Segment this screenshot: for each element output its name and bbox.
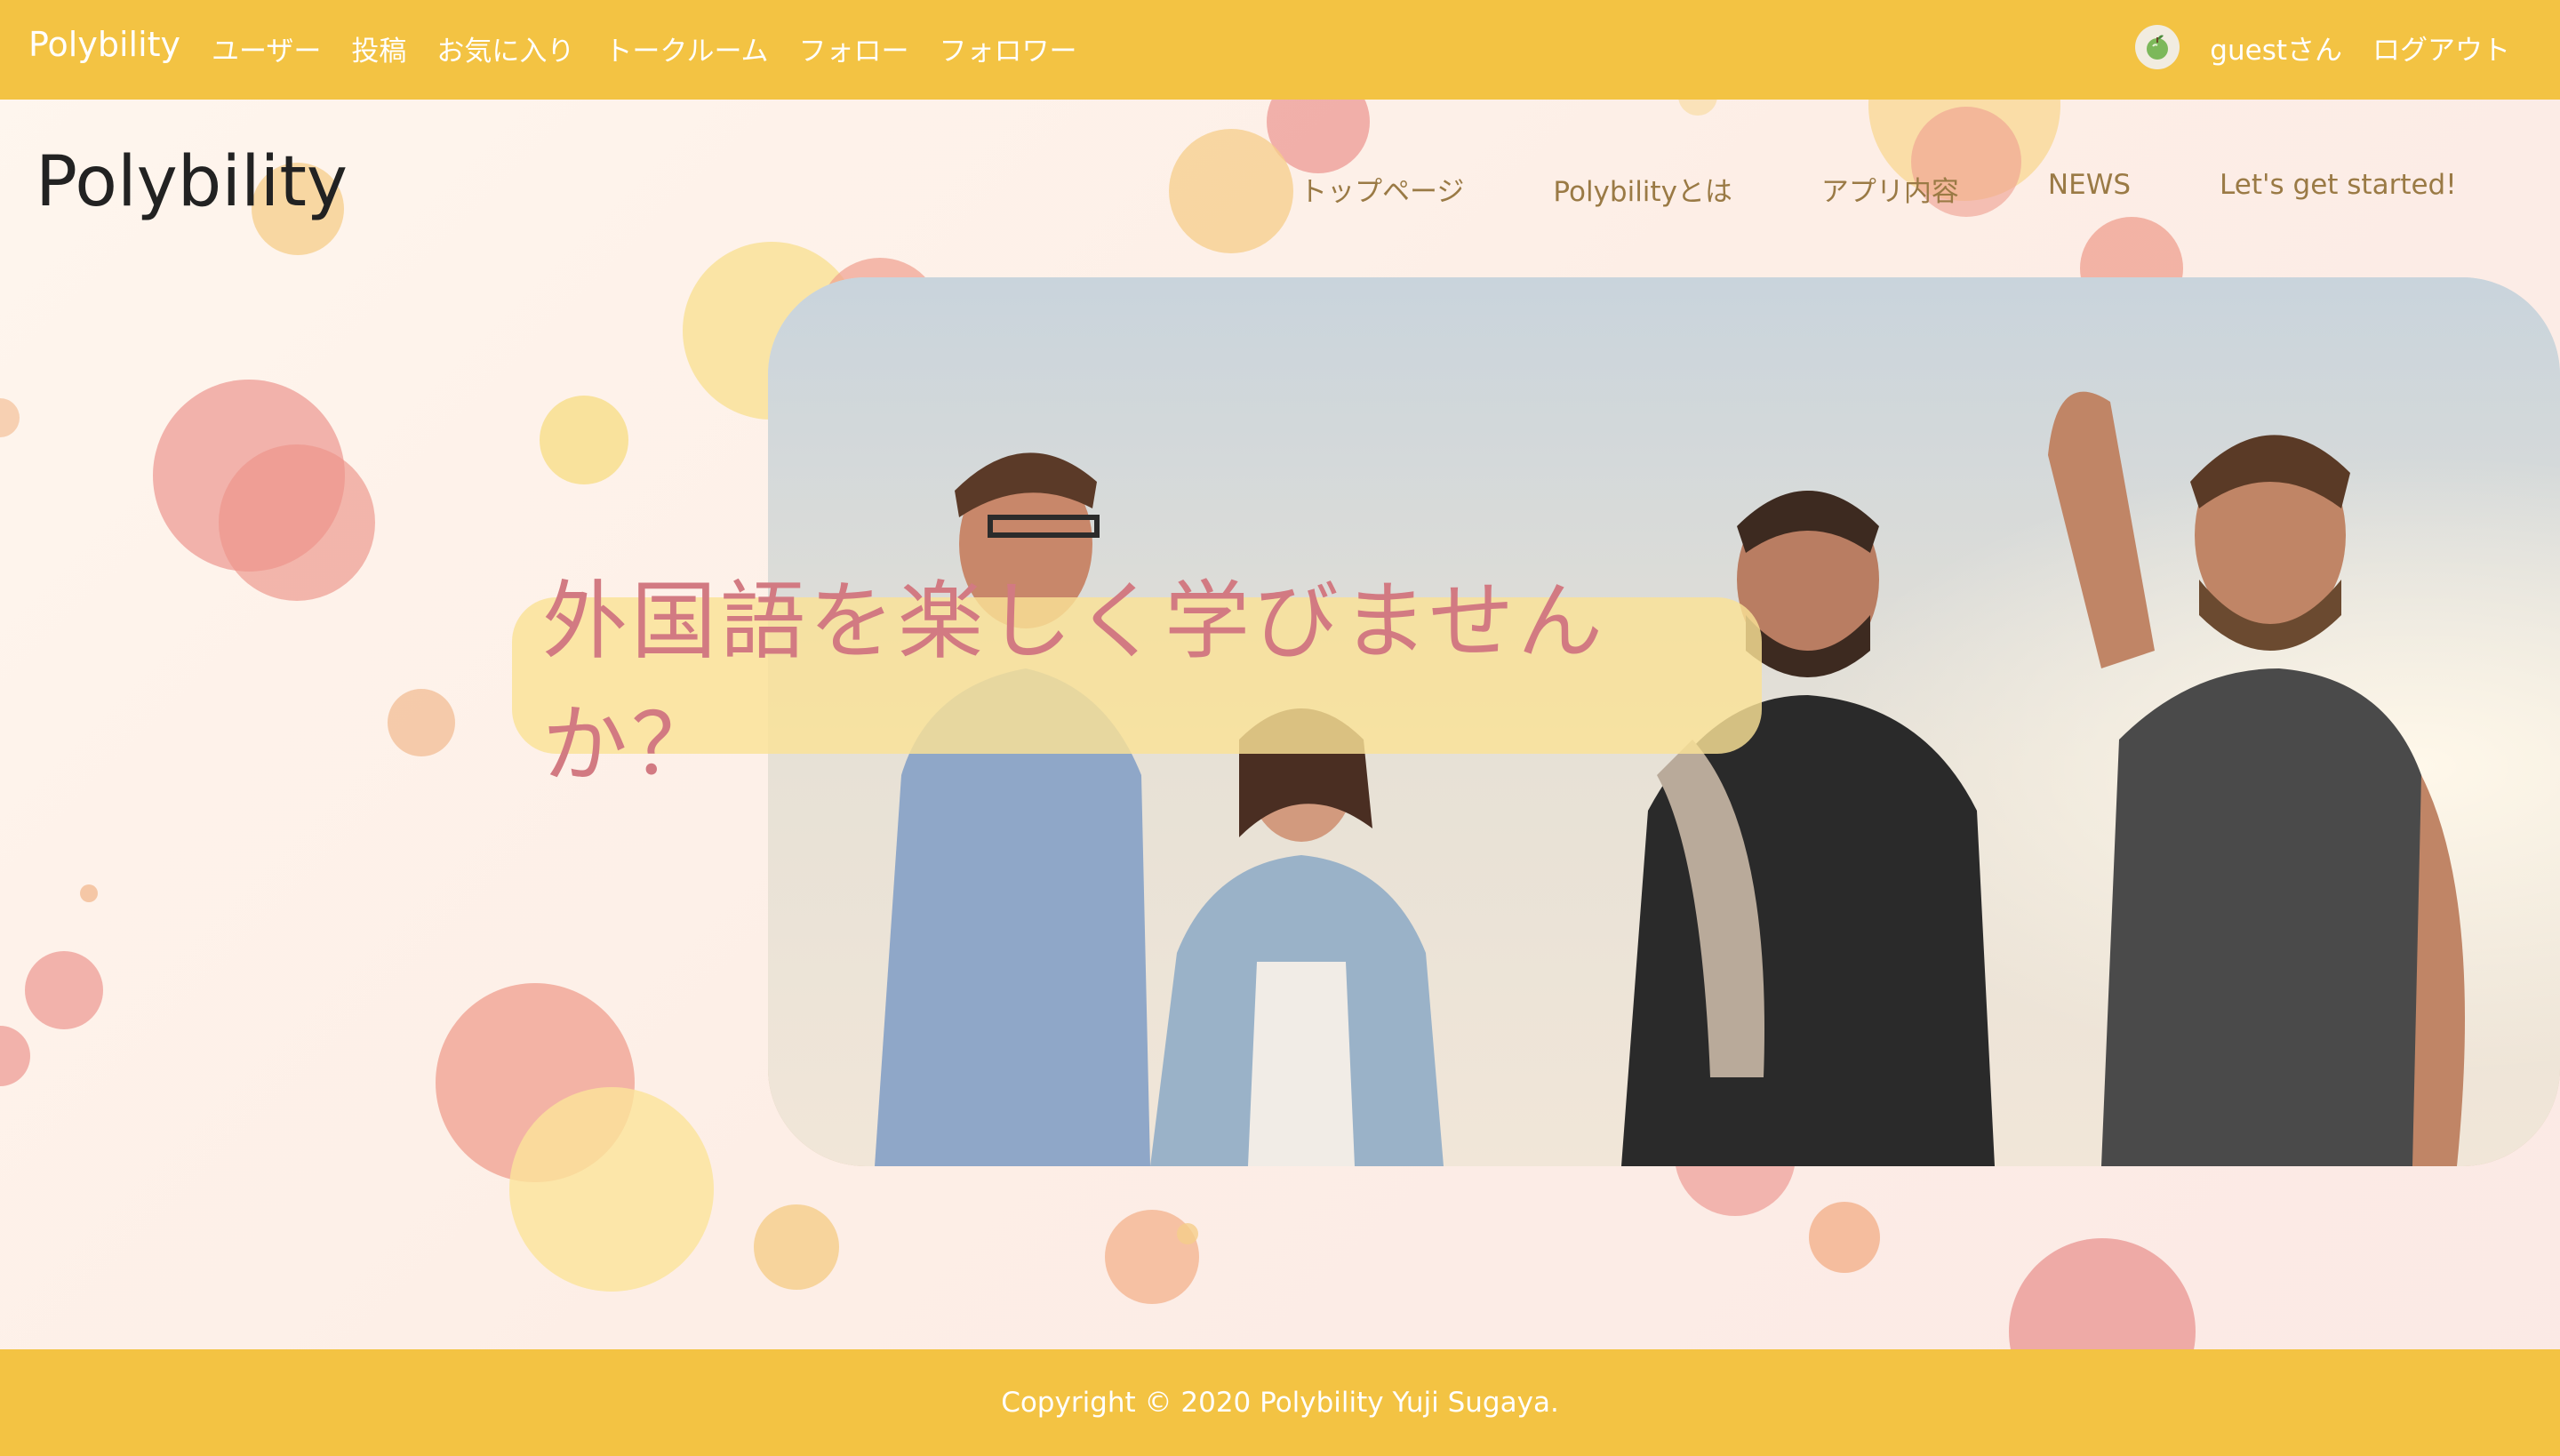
top-navbar: Polybility ユーザー 投稿 お気に入り トークルーム フォロー フォロ…	[0, 0, 2560, 100]
navbar-user-area: guestさん ログアウト	[2135, 25, 2510, 69]
footer: Copyright © 2020 Polybility Yuji Sugaya.	[0, 1349, 2560, 1456]
site-nav-app-content[interactable]: アプリ内容	[1821, 169, 1959, 209]
navbar-brand[interactable]: Polybility	[28, 25, 180, 64]
footer-copyright: Copyright © 2020 Polybility Yuji Sugaya.	[1001, 1387, 1559, 1419]
nav-link-favorites[interactable]: お気に入り	[436, 28, 574, 68]
nav-link-followers[interactable]: フォロワー	[940, 28, 1077, 68]
logout-link[interactable]: ログアウト	[2372, 28, 2510, 68]
nav-link-users[interactable]: ユーザー	[212, 28, 321, 68]
site-logo[interactable]: Polybility	[36, 142, 348, 222]
nav-link-posts[interactable]: 投稿	[351, 28, 406, 68]
current-user-name[interactable]: guestさん	[2210, 28, 2342, 68]
site-nav: トップページ Polybilityとは アプリ内容 NEWS Let's get…	[1300, 169, 2546, 209]
hero-catchcopy: 外国語を楽しく学びませんか？	[542, 572, 1607, 795]
site-nav-news[interactable]: NEWS	[2048, 169, 2131, 209]
nav-link-following[interactable]: フォロー	[799, 28, 909, 68]
navbar-links: ユーザー 投稿 お気に入り トークルーム フォロー フォロワー	[212, 28, 1077, 68]
site-nav-top[interactable]: トップページ	[1300, 169, 1464, 209]
site-nav-get-started[interactable]: Let's get started!	[2220, 169, 2457, 209]
site-nav-about[interactable]: Polybilityとは	[1553, 169, 1732, 209]
apple-avatar-icon[interactable]	[2135, 25, 2180, 69]
hero-catchcopy-box: 外国語を楽しく学びませんか？	[512, 572, 1762, 795]
nav-link-talkroom[interactable]: トークルーム	[604, 28, 768, 68]
